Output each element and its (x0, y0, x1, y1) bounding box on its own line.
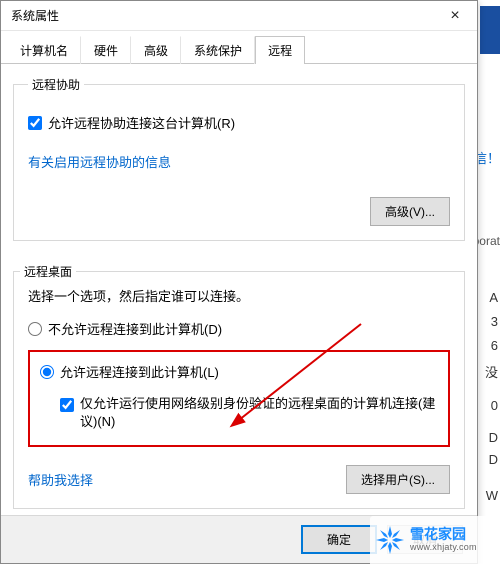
tab-label: 硬件 (94, 44, 118, 58)
tab-hardware[interactable]: 硬件 (81, 36, 131, 64)
watermark-name: 雪花家园 (410, 527, 477, 542)
bg-text: W (486, 488, 498, 503)
highlight-box: 允许远程连接到此计算机(L) 仅允许运行使用网络级别身份验证的远程桌面的计算机连… (28, 350, 450, 447)
tabstrip: 计算机名 硬件 高级 系统保护 远程 (1, 31, 477, 64)
bg-text: D (489, 430, 498, 445)
window-title: 系统属性 (11, 7, 59, 24)
remote-assistance-group: 远程协助 允许远程协助连接这台计算机(R) 有关启用远程协助的信息 高级(V).… (13, 76, 465, 241)
help-me-choose-link[interactable]: 帮助我选择 (28, 470, 93, 489)
titlebar: 系统属性 × (1, 1, 477, 31)
bg-text: D (489, 452, 498, 467)
bg-text: 6 (491, 338, 498, 353)
select-users-button[interactable]: 选择用户(S)... (346, 465, 450, 494)
close-icon: × (450, 7, 459, 25)
radio-allow-remote-label: 允许远程连接到此计算机(L) (60, 362, 219, 381)
allow-remote-assistance-label: 允许远程协助连接这台计算机(R) (48, 113, 235, 132)
radio-allow-remote[interactable] (40, 365, 54, 379)
nla-checkbox-label: 仅允许运行使用网络级别身份验证的远程桌面的计算机连接(建议)(N) (80, 395, 438, 431)
tab-panel-remote: 远程协助 允许远程协助连接这台计算机(R) 有关启用远程协助的信息 高级(V).… (1, 64, 477, 534)
nla-checkbox[interactable] (60, 398, 74, 412)
allow-remote-assistance-checkbox[interactable] (28, 116, 42, 130)
tab-computer-name[interactable]: 计算机名 (7, 36, 81, 64)
radio-disallow-remote-label: 不允许远程连接到此计算机(D) (48, 319, 222, 338)
remote-assistance-legend: 远程协助 (28, 76, 84, 93)
tab-label: 计算机名 (20, 44, 68, 58)
watermark-logo-icon (374, 524, 406, 556)
radio-disallow-remote[interactable] (28, 322, 42, 336)
tab-label: 远程 (268, 44, 292, 58)
bg-blue-band (480, 6, 500, 54)
remote-desktop-group: 远程桌面 选择一个选项，然后指定谁可以连接。 不允许远程连接到此计算机(D) 允… (13, 271, 465, 509)
remote-desktop-hint: 选择一个选项，然后指定谁可以连接。 (28, 286, 450, 305)
remote-desktop-legend: 远程桌面 (20, 263, 76, 280)
tab-label: 系统保护 (194, 44, 242, 58)
remote-assistance-info-link[interactable]: 有关启用远程协助的信息 (28, 155, 171, 170)
ok-button[interactable]: 确定 (301, 525, 377, 554)
bg-text: 0 (491, 398, 498, 413)
close-button[interactable]: × (433, 1, 477, 31)
watermark: 雪花家园 www.xhjaty.com (370, 516, 500, 564)
tab-system-protection[interactable]: 系统保护 (181, 36, 255, 64)
watermark-url: www.xhjaty.com (410, 543, 477, 553)
bg-text: 没 (485, 362, 498, 381)
remote-assistance-advanced-button[interactable]: 高级(V)... (370, 197, 450, 226)
bg-text: A (489, 290, 498, 305)
tab-advanced[interactable]: 高级 (131, 36, 181, 64)
tab-remote[interactable]: 远程 (255, 36, 305, 64)
system-properties-dialog: 系统属性 × 计算机名 硬件 高级 系统保护 远程 远程协助 允许远程协助连接这… (0, 0, 478, 564)
bg-text: 3 (491, 314, 498, 329)
tab-label: 高级 (144, 44, 168, 58)
